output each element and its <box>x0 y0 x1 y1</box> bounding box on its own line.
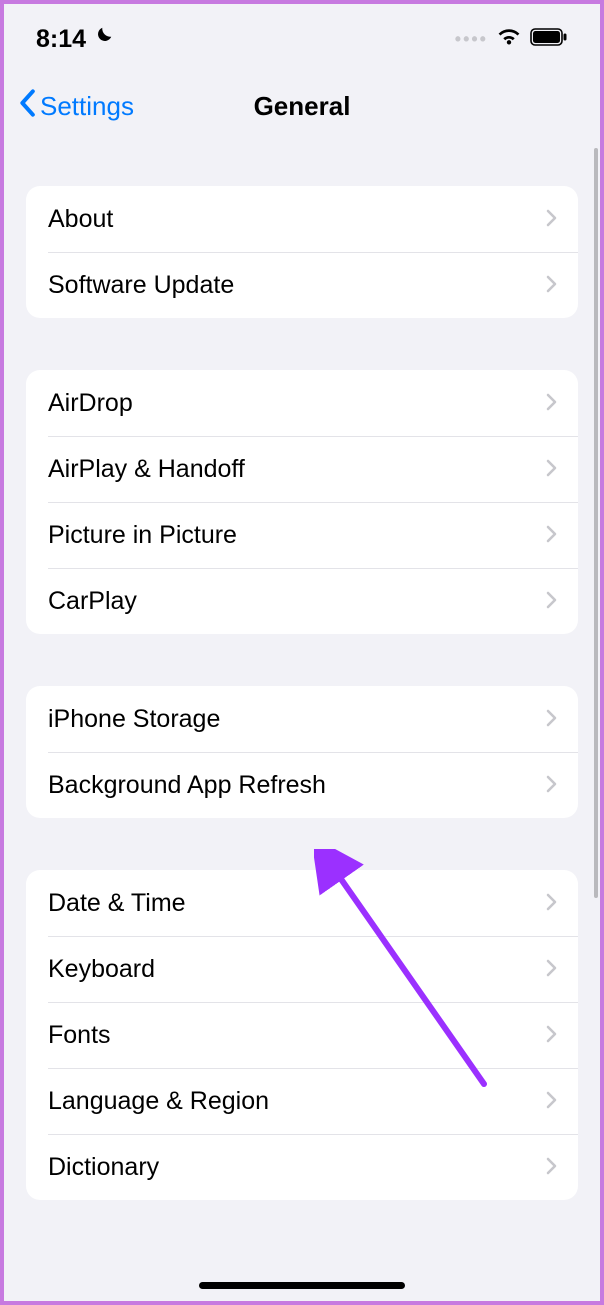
battery-icon <box>530 28 568 51</box>
chevron-right-icon <box>546 455 558 484</box>
signal-dots-icon: •••• <box>455 29 488 50</box>
row-label: Fonts <box>48 1021 111 1050</box>
row-background-app-refresh[interactable]: Background App Refresh <box>26 752 578 818</box>
chevron-right-icon <box>546 955 558 984</box>
chevron-right-icon <box>546 587 558 616</box>
content: About Software Update AirDrop AirPlay & … <box>4 138 600 1200</box>
row-label: Software Update <box>48 271 234 300</box>
chevron-right-icon <box>546 205 558 234</box>
status-right: •••• <box>455 27 568 52</box>
chevron-right-icon <box>546 1087 558 1116</box>
row-picture-in-picture[interactable]: Picture in Picture <box>26 502 578 568</box>
row-label: AirPlay & Handoff <box>48 455 245 484</box>
back-label: Settings <box>40 91 134 122</box>
chevron-right-icon <box>546 389 558 418</box>
row-date-time[interactable]: Date & Time <box>26 870 578 936</box>
back-button[interactable]: Settings <box>18 89 134 124</box>
scroll-indicator[interactable] <box>594 148 598 898</box>
status-time: 8:14 <box>36 25 86 54</box>
wifi-icon <box>496 27 522 52</box>
row-label: Picture in Picture <box>48 521 237 550</box>
status-left: 8:14 <box>36 25 114 54</box>
row-label: Language & Region <box>48 1087 269 1116</box>
settings-group-1: About Software Update <box>26 186 578 318</box>
row-airdrop[interactable]: AirDrop <box>26 370 578 436</box>
navigation-bar: Settings General <box>4 74 600 138</box>
row-fonts[interactable]: Fonts <box>26 1002 578 1068</box>
row-label: CarPlay <box>48 587 137 616</box>
settings-group-4: Date & Time Keyboard Fonts Language & Re… <box>26 870 578 1200</box>
chevron-right-icon <box>546 705 558 734</box>
row-iphone-storage[interactable]: iPhone Storage <box>26 686 578 752</box>
row-label: Background App Refresh <box>48 771 326 800</box>
row-label: Dictionary <box>48 1153 159 1182</box>
row-language-region[interactable]: Language & Region <box>26 1068 578 1134</box>
row-carplay[interactable]: CarPlay <box>26 568 578 634</box>
chevron-right-icon <box>546 889 558 918</box>
row-about[interactable]: About <box>26 186 578 252</box>
row-keyboard[interactable]: Keyboard <box>26 936 578 1002</box>
chevron-right-icon <box>546 521 558 550</box>
row-label: Date & Time <box>48 889 186 918</box>
chevron-left-icon <box>18 89 36 124</box>
settings-general-screen: 8:14 •••• Settings General <box>4 4 600 1301</box>
settings-group-2: AirDrop AirPlay & Handoff Picture in Pic… <box>26 370 578 634</box>
row-airplay-handoff[interactable]: AirPlay & Handoff <box>26 436 578 502</box>
home-indicator[interactable] <box>199 1282 405 1289</box>
page-title: General <box>254 91 351 122</box>
do-not-disturb-icon <box>92 25 114 54</box>
row-label: Keyboard <box>48 955 155 984</box>
chevron-right-icon <box>546 771 558 800</box>
status-bar: 8:14 •••• <box>4 4 600 74</box>
row-label: AirDrop <box>48 389 133 418</box>
chevron-right-icon <box>546 1021 558 1050</box>
row-dictionary[interactable]: Dictionary <box>26 1134 578 1200</box>
row-label: iPhone Storage <box>48 705 220 734</box>
row-label: About <box>48 205 113 234</box>
chevron-right-icon <box>546 1153 558 1182</box>
chevron-right-icon <box>546 271 558 300</box>
row-software-update[interactable]: Software Update <box>26 252 578 318</box>
settings-group-3: iPhone Storage Background App Refresh <box>26 686 578 818</box>
